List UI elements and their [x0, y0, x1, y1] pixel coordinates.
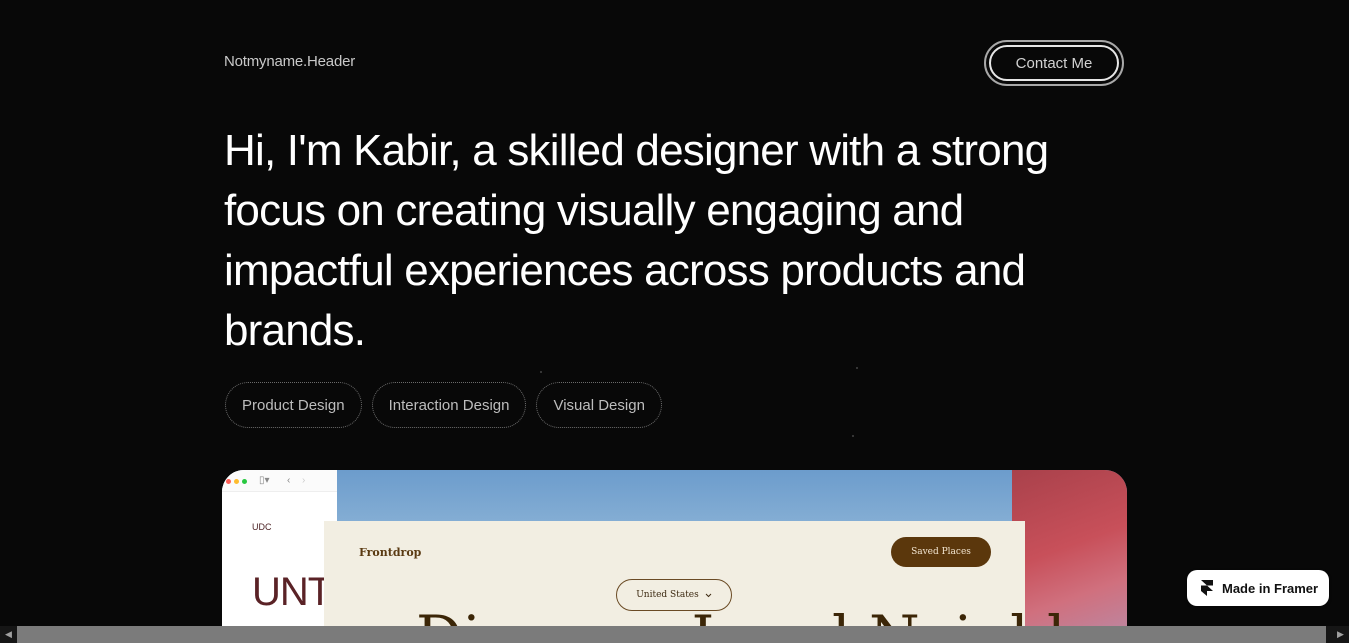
- contact-me-button[interactable]: Contact Me: [984, 40, 1124, 86]
- back-arrow-icon: ‹: [287, 475, 291, 486]
- left-panel-heading: UNT: [252, 570, 332, 614]
- maximize-dot-icon: [242, 479, 247, 484]
- chevron-down-icon: [705, 593, 712, 597]
- forward-arrow-icon: ›: [302, 475, 306, 486]
- country-select-value: United States: [636, 590, 699, 600]
- tag-product-design[interactable]: Product Design: [225, 382, 362, 428]
- frontdrop-page: Frontdrop Saved Places United States Dis…: [324, 521, 1127, 643]
- saved-places-button: Saved Places: [891, 537, 991, 567]
- close-dot-icon: [226, 479, 231, 484]
- scroll-right-arrow-icon[interactable]: ▶: [1332, 626, 1349, 643]
- background-speck: [852, 435, 854, 437]
- made-in-framer-label: Made in Framer: [1222, 580, 1319, 596]
- frontdrop-logo: Frontdrop: [359, 546, 422, 559]
- background-speck: [540, 371, 542, 373]
- scrollbar-thumb[interactable]: [17, 626, 1326, 643]
- made-in-framer-badge[interactable]: Made in Framer: [1187, 570, 1329, 606]
- tag-visual-design[interactable]: Visual Design: [536, 382, 662, 428]
- browser-window-panel: ▯▾ ‹ › UDC UNT: [222, 470, 337, 643]
- project-preview-card[interactable]: ▯▾ ‹ › UDC UNT Frontdrop Saved Places Un…: [222, 470, 1127, 643]
- skill-tags: Product Design Interaction Design Visual…: [225, 382, 662, 428]
- background-speck: [856, 367, 858, 369]
- horizontal-scrollbar[interactable]: ◀ ▶: [0, 626, 1349, 643]
- scroll-left-arrow-icon[interactable]: ◀: [0, 626, 17, 643]
- tag-interaction-design[interactable]: Interaction Design: [371, 382, 527, 428]
- udc-label: UDC: [252, 522, 272, 532]
- sidebar-toggle-icon: ▯▾: [259, 475, 270, 486]
- contact-me-label: Contact Me: [989, 45, 1119, 81]
- window-titlebar: ▯▾ ‹ ›: [222, 470, 337, 492]
- minimize-dot-icon: [234, 479, 239, 484]
- framer-logo-icon: [1201, 580, 1213, 596]
- hero-heading: Hi, I'm Kabir, a skilled designer with a…: [224, 126, 1049, 355]
- brand-name[interactable]: Notmyname.Header: [224, 53, 355, 70]
